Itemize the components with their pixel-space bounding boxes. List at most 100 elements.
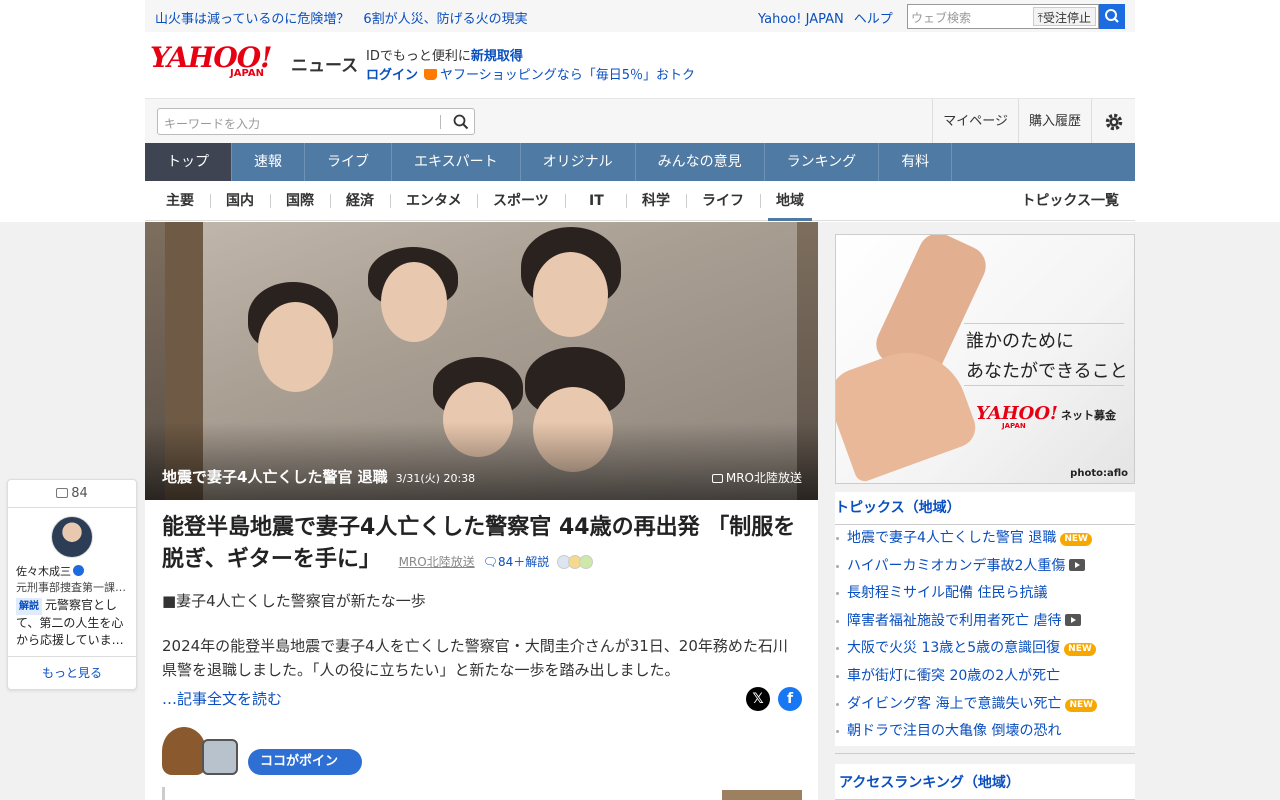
nav-original[interactable]: オリジナル [521, 143, 636, 181]
divider [330, 194, 331, 208]
topic-text: 長射程ミサイル配備 住民ら抗議 [847, 585, 1048, 602]
divider [686, 194, 687, 208]
photo-caption: 地震で妻子4人亡くした警官 退職 3/31(火) 20:38 [162, 466, 475, 487]
topic-text: 地震で妻子4人亡くした警官 退職 [847, 530, 1057, 546]
nav-breaking[interactable]: 速報 [232, 143, 305, 181]
article-headline[interactable]: 能登半島地震で妻子4人亡くした警察官 44歳の再出発 「制服を脱ぎ、ギターを手に… [162, 512, 802, 578]
article-summary: 2024年の能登半島地震で妻子4人を亡くした警察官・大間圭介さんが31日、20年… [162, 637, 788, 679]
face [258, 302, 333, 392]
all-topics-link[interactable]: トピックス一覧 [1021, 181, 1119, 221]
topic-item[interactable]: 長射程ミサイル配備 住民ら抗議 [835, 580, 1135, 608]
web-search-button[interactable] [1099, 4, 1125, 29]
comment-text: 解説 元警察官として、第二の人生を心から応援していま… [16, 597, 130, 649]
tab-domestic[interactable]: 国内 [226, 181, 254, 221]
purchase-history-button[interactable]: 購入履歴 [1017, 99, 1091, 144]
ad-yahoo-logo-sub: JAPAN [1002, 422, 1026, 430]
tab-life[interactable]: ライフ [702, 181, 744, 221]
topic-item[interactable]: ダイビング客 海上で意識失い死亡 NEW [835, 691, 1135, 719]
nav-opinions[interactable]: みんなの意見 [636, 143, 765, 181]
photo-datetime: 3/31(火) 20:38 [395, 472, 476, 485]
facebook-share-button[interactable]: f [778, 687, 802, 711]
robot-mascot-icon [202, 739, 238, 775]
comment-icon [56, 488, 69, 498]
divider [760, 194, 761, 208]
avatar [51, 516, 93, 558]
photo-credit: MRO北陸放送 [711, 469, 802, 486]
tab-it[interactable]: IT [589, 181, 604, 221]
mascot-icon [162, 727, 206, 775]
topic-item[interactable]: 朝ドラで注目の大亀像 倒壊の恐れ [835, 718, 1135, 746]
stop-order-button[interactable]: ⤒受注停止 [1032, 7, 1096, 26]
web-search-placeholder: ウェブ検索 [911, 11, 972, 25]
divider [210, 194, 211, 208]
topic-item[interactable]: 大阪で火災 13歳と5歳の意識回復 NEW [835, 635, 1135, 663]
login-link[interactable]: ログイン [366, 68, 418, 83]
settings-button[interactable] [1091, 99, 1135, 144]
tab-major[interactable]: 主要 [166, 181, 194, 221]
smile-icon [579, 555, 594, 569]
tab-science[interactable]: 科学 [642, 181, 670, 221]
ad-service-name: ネット募金 [1061, 409, 1116, 422]
nav-top[interactable]: トップ [145, 143, 232, 181]
ad-headline: 誰かのために あなたができること [966, 327, 1128, 387]
related-content [162, 787, 802, 800]
photo-credit-text: MRO北陸放送 [725, 471, 802, 485]
comment-count: 84＋解説 [497, 555, 550, 569]
promo-link-2[interactable]: 6割が人災、防げる火の現実 [363, 12, 527, 27]
logo[interactable]: YAHOO! JAPAN ニュース [150, 44, 358, 80]
tab-entertainment[interactable]: エンタメ [406, 181, 462, 221]
shopping-promo-link[interactable]: ヤフーショッピングなら「毎日5％」おトク [440, 68, 695, 83]
x-icon: 𝕏 [752, 691, 764, 707]
search-icon[interactable] [452, 113, 470, 131]
id-prompt: IDでもっと便利に [366, 49, 471, 64]
tab-sports[interactable]: スポーツ [493, 181, 549, 221]
keyword-placeholder: キーワードを入力 [164, 117, 261, 131]
topics-list: トピックス（地域） 地震で妻子4人亡くした警官 退職 NEW ハイパーカミオカンデ… [835, 492, 1135, 746]
news-section-name: ニュース [291, 56, 359, 76]
topic-text: ハイパーカミオカンデ事故2人重傷 [847, 557, 1066, 574]
topic-item[interactable]: 地震で妻子4人亡くした警官 退職 NEW [835, 525, 1135, 553]
topics-heading[interactable]: トピックス（地域） [835, 492, 1135, 525]
comment-card[interactable]: 84 佐々木成三 元刑事部捜査第一課… 解説 元警察官として、第二の人生を心から応… [7, 479, 137, 690]
sidebar-divider [835, 753, 1135, 754]
ad-line-1: 誰かのために [966, 331, 1074, 352]
id-promo: IDでもっと便利に新規取得 ログイン ヤフーショッピングなら「毎日5％」おトク [366, 47, 695, 85]
mypage-button[interactable]: マイページ [932, 99, 1018, 144]
yahoo-japan-link[interactable]: Yahoo! JAPAN [758, 12, 844, 27]
nav-expert[interactable]: エキスパート [392, 143, 521, 181]
source-link[interactable]: MRO北陸放送 [399, 555, 475, 569]
facebook-icon: f [786, 691, 794, 707]
divider [565, 194, 566, 208]
read-more-link[interactable]: …記事全文を読む [162, 688, 282, 709]
signup-link[interactable]: 新規取得 [471, 49, 523, 64]
nav-live[interactable]: ライブ [305, 143, 392, 181]
point-section: ココがポイント [162, 725, 362, 795]
tab-local[interactable]: 地域 [768, 181, 812, 221]
x-share-button[interactable]: 𝕏 [746, 687, 770, 711]
divider [477, 194, 478, 208]
see-more-link[interactable]: もっと見る [8, 656, 136, 690]
related-thumbnail[interactable] [722, 790, 802, 800]
tab-economy[interactable]: 経済 [346, 181, 374, 221]
comment-link[interactable]: 🗨84＋解説 [483, 555, 550, 569]
ad-yahoo-logo: YAHOO! [976, 403, 1058, 424]
divider [626, 194, 627, 208]
topic-item[interactable]: 車が街灯に衝突 20歳の2人が死亡 [835, 663, 1135, 691]
comment-icon: 🗨 [482, 555, 498, 569]
search-row: キーワードを入力 マイページ 購入履歴 [145, 98, 1135, 144]
donation-ad[interactable]: 誰かのために あなたができること YAHOO! ネット募金 JAPAN photo… [835, 234, 1135, 484]
nav-ranking[interactable]: ランキング [765, 143, 880, 181]
article-photo[interactable]: 地震で妻子4人亡くした警官 退職 3/31(火) 20:38 MRO北陸放送 [145, 222, 818, 500]
help-link[interactable]: ヘルプ [854, 12, 893, 27]
promo-link-1[interactable]: 山火事は減っているのに危険増？ [155, 12, 349, 27]
nav-paid[interactable]: 有料 [879, 143, 953, 181]
tab-international[interactable]: 国際 [286, 181, 314, 221]
gear-icon [1105, 113, 1122, 130]
topic-item[interactable]: ハイパーカミオカンデ事故2人重傷 [835, 553, 1135, 581]
web-search-input[interactable]: ウェブ検索 ⤒受注停止 [907, 4, 1099, 29]
topic-item[interactable]: 障害者福祉施設で利用者死亡 虐待 [835, 608, 1135, 636]
article-lead: ■妻子4人亡くした警察官が新たな一歩 [162, 592, 426, 610]
divider [390, 194, 391, 208]
ranking-heading[interactable]: アクセスランキング（地域） [835, 764, 1135, 800]
keyword-search-input[interactable]: キーワードを入力 [157, 108, 475, 135]
